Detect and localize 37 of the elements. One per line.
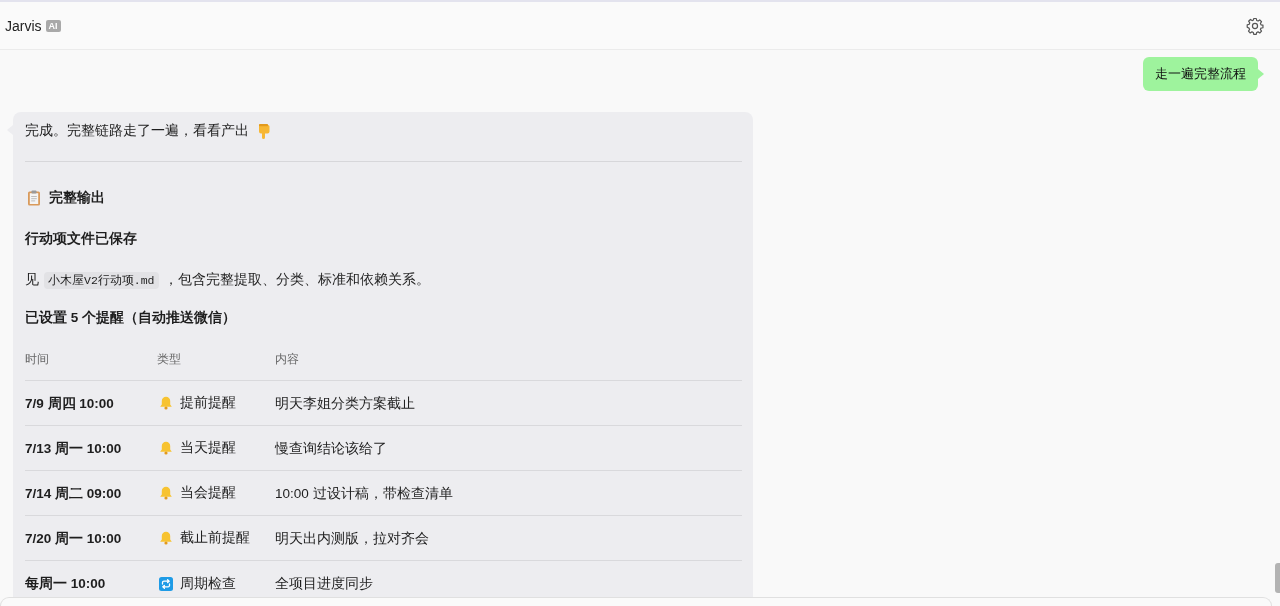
scrollbar-thumb[interactable] xyxy=(1275,563,1280,593)
bell-icon xyxy=(159,441,173,455)
table-cell: 慢查询结论该给了 xyxy=(275,440,387,456)
user-message-bubble: 走一遍完整流程 xyxy=(1143,57,1258,91)
section-heading: 完整输出 xyxy=(49,189,105,207)
table-cell: 明天李姐分类方案截止 xyxy=(275,395,415,411)
reminder-type: 当会提醒 xyxy=(180,484,236,502)
subheading: 已设置 5 个提醒（自动推送微信） xyxy=(25,309,236,327)
app-title: Jarvis xyxy=(5,16,42,36)
reminder-type: 周期检查 xyxy=(180,574,236,593)
table-cell: 全项目进度同步 xyxy=(275,576,373,591)
time-cell: 7/9 周四 10:00 xyxy=(25,395,114,411)
table-cell: 明天出内测版，拉对齐会 xyxy=(275,530,429,546)
bubble-tail-icon xyxy=(1258,69,1264,79)
table-cell: 10:00 过设计稿，带检查清单 xyxy=(275,485,453,501)
intro-text: 完成。完整链路走了一遍，看看产出 xyxy=(25,122,249,140)
time-cell: 7/13 周一 10:00 xyxy=(25,440,122,456)
message-input-field[interactable] xyxy=(0,597,1272,606)
column-header: 类型 xyxy=(157,351,181,366)
column-header: 时间 xyxy=(25,351,49,366)
bell-icon xyxy=(159,396,173,410)
settings-icon[interactable] xyxy=(1246,16,1264,35)
time-cell: 7/14 周二 09:00 xyxy=(25,485,122,501)
ai-badge: AI xyxy=(45,19,61,32)
time-cell: 每周一 10:00 xyxy=(25,576,106,591)
bell-icon xyxy=(159,531,173,545)
reminder-type: 当天提醒 xyxy=(180,439,236,457)
bell-icon xyxy=(159,486,173,500)
reminder-type: 提前提醒 xyxy=(180,394,236,412)
pointing-hand-icon xyxy=(256,123,272,139)
clipboard-icon xyxy=(27,190,41,206)
column-header: 内容 xyxy=(275,351,299,366)
file-note-text: 见 小木屋V2行动项.md ，包含完整提取、分类、标准和依赖关系。 xyxy=(25,271,430,291)
subheading: 行动项文件已保存 xyxy=(25,230,137,248)
repeat-icon xyxy=(159,576,173,591)
time-cell: 7/20 周一 10:00 xyxy=(25,530,122,546)
reminder-type: 截止前提醒 xyxy=(180,529,250,547)
